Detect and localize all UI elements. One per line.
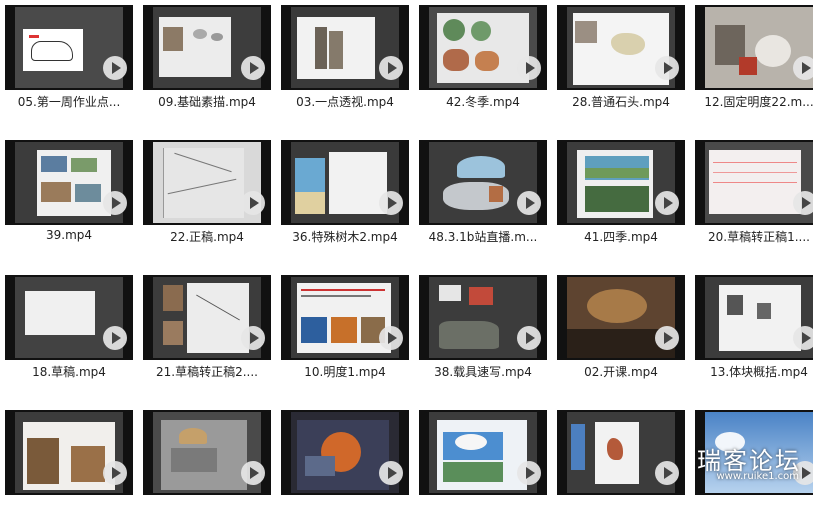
video-file-tile[interactable] (0, 405, 138, 530)
play-icon (379, 326, 403, 350)
file-name: 13.体块概括.mp4 (710, 365, 808, 379)
video-thumbnail (281, 140, 409, 225)
video-file-tile[interactable] (690, 405, 813, 530)
video-file-tile[interactable] (276, 405, 414, 530)
video-file-tile[interactable] (552, 405, 690, 530)
file-name: 41.四季.mp4 (584, 230, 658, 244)
play-icon (655, 326, 679, 350)
play-icon (379, 56, 403, 80)
file-name: 03.一点透视.mp4 (296, 95, 394, 109)
video-file-tile[interactable]: 39.mp4 (0, 135, 138, 260)
play-icon (655, 191, 679, 215)
file-name: 42.冬季.mp4 (446, 95, 520, 109)
file-name: 22.正稿.mp4 (170, 230, 244, 244)
play-icon (103, 191, 127, 215)
video-thumbnail (557, 5, 685, 90)
file-name: 21.草稿转正稿2.... (156, 365, 258, 379)
file-name: 05.第一周作业点... (17, 95, 121, 109)
video-thumbnail (695, 275, 813, 360)
video-thumbnail (419, 410, 547, 495)
file-name: 38.载具速写.mp4 (434, 365, 532, 379)
video-file-tile[interactable]: 12.固定明度22.m... (690, 0, 813, 125)
file-name: 10.明度1.mp4 (304, 365, 386, 379)
play-icon (379, 461, 403, 485)
video-thumbnail (557, 140, 685, 225)
video-thumbnail (281, 275, 409, 360)
video-thumbnail (695, 5, 813, 90)
play-icon (793, 56, 813, 80)
video-file-tile[interactable]: 36.特殊树木2.mp4 (276, 135, 414, 260)
video-thumbnail (557, 275, 685, 360)
video-thumbnail (5, 140, 133, 225)
video-file-tile[interactable] (138, 405, 276, 530)
video-file-tile[interactable] (414, 405, 552, 530)
file-name: 20.草稿转正稿1.... (708, 230, 810, 244)
play-icon (793, 461, 813, 485)
video-thumbnail (143, 410, 271, 495)
play-icon (793, 326, 813, 350)
file-name: 28.普通石头.mp4 (572, 95, 670, 109)
play-icon (517, 326, 541, 350)
video-thumbnail (143, 140, 271, 225)
play-icon (103, 461, 127, 485)
video-thumbnail (419, 140, 547, 225)
file-name: 12.固定明度22.m... (704, 95, 813, 109)
play-icon (379, 191, 403, 215)
video-thumbnail (5, 5, 133, 90)
video-thumbnail (419, 5, 547, 90)
play-icon (793, 191, 813, 215)
video-file-tile[interactable]: 09.基础素描.mp4 (138, 0, 276, 125)
play-icon (655, 56, 679, 80)
play-icon (517, 461, 541, 485)
video-file-tile[interactable]: 13.体块概括.mp4 (690, 270, 813, 395)
video-thumbnail (281, 410, 409, 495)
video-file-tile[interactable]: 21.草稿转正稿2.... (138, 270, 276, 395)
video-file-tile[interactable]: 48.3.1b站直播.m... (414, 135, 552, 260)
play-icon (517, 191, 541, 215)
file-name: 02.开课.mp4 (584, 365, 658, 379)
file-grid: 05.第一周作业点... 09.基础素描.mp4 03.一点透视.mp4 42.… (0, 0, 813, 495)
video-file-tile[interactable]: 22.正稿.mp4 (138, 135, 276, 260)
video-file-tile[interactable]: 10.明度1.mp4 (276, 270, 414, 395)
video-file-tile[interactable]: 03.一点透视.mp4 (276, 0, 414, 125)
video-thumbnail (557, 410, 685, 495)
video-file-tile[interactable]: 05.第一周作业点... (0, 0, 138, 125)
video-file-tile[interactable]: 20.草稿转正稿1.... (690, 135, 813, 260)
video-thumbnail (5, 275, 133, 360)
video-thumbnail (143, 275, 271, 360)
video-file-tile[interactable]: 18.草稿.mp4 (0, 270, 138, 395)
play-icon (655, 461, 679, 485)
file-name: 09.基础素描.mp4 (158, 95, 256, 109)
video-thumbnail (281, 5, 409, 90)
play-icon (241, 461, 265, 485)
video-file-tile[interactable]: 41.四季.mp4 (552, 135, 690, 260)
video-thumbnail (695, 140, 813, 225)
file-name: 18.草稿.mp4 (32, 365, 106, 379)
play-icon (241, 191, 265, 215)
file-name: 48.3.1b站直播.m... (428, 230, 538, 244)
file-name: 36.特殊树木2.mp4 (292, 230, 398, 244)
play-icon (103, 326, 127, 350)
play-icon (241, 326, 265, 350)
video-file-tile[interactable]: 28.普通石头.mp4 (552, 0, 690, 125)
play-icon (241, 56, 265, 80)
video-file-tile[interactable]: 42.冬季.mp4 (414, 0, 552, 125)
video-thumbnail (419, 275, 547, 360)
video-file-tile[interactable]: 02.开课.mp4 (552, 270, 690, 395)
video-thumbnail (143, 5, 271, 90)
play-icon (103, 56, 127, 80)
video-thumbnail (5, 410, 133, 495)
file-name: 39.mp4 (45, 228, 93, 242)
video-thumbnail (695, 410, 813, 495)
play-icon (517, 56, 541, 80)
video-file-tile[interactable]: 38.载具速写.mp4 (414, 270, 552, 395)
